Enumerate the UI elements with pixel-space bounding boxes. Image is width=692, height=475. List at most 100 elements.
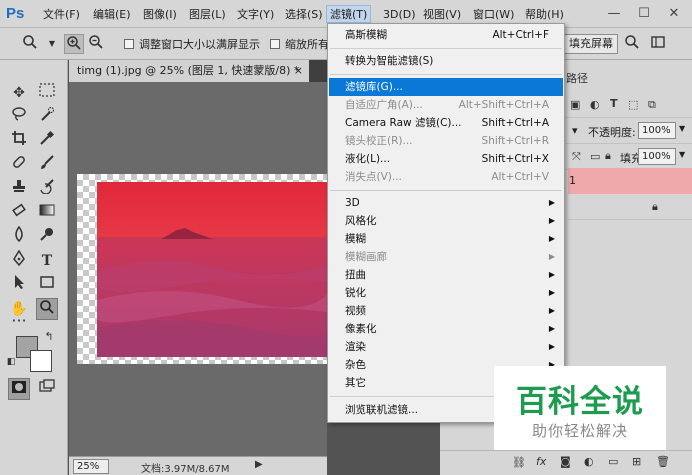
swap-colors-icon[interactable]: ↰ — [42, 330, 56, 344]
rectangle-tool-icon[interactable] — [36, 274, 58, 296]
menu-item-vanishing-point[interactable]: 消失点(V)... Alt+Ctrl+V — [329, 168, 563, 186]
default-colors-icon[interactable]: ◧ — [5, 356, 17, 368]
menu-file[interactable]: 文件(F) — [40, 6, 83, 24]
menu-item-pixelate[interactable]: 像素化 ▶ — [329, 320, 563, 338]
menu-item-adaptive-wide-angle[interactable]: 自适应广角(A)... Alt+Shift+Ctrl+A — [329, 96, 563, 114]
add-mask-icon[interactable]: ◙ — [560, 455, 571, 468]
layers-panel-footer: ⛓ fx ◙ ◐ ▭ ⊞ 🗑︎ — [440, 450, 692, 475]
brush-tool-icon[interactable] — [36, 154, 58, 176]
menu-item-camera-raw[interactable]: Camera Raw 滤镜(C)... Shift+Ctrl+A — [329, 114, 563, 132]
lasso-tool-icon[interactable] — [8, 106, 30, 128]
menu-item-3d[interactable]: 3D ▶ — [329, 194, 563, 212]
delete-layer-icon[interactable]: 🗑︎ — [656, 455, 670, 468]
pen-tool-icon[interactable] — [8, 249, 30, 272]
menu-edit[interactable]: 编辑(E) — [90, 6, 134, 24]
filter-shape-icon[interactable]: ⬚ — [628, 98, 638, 111]
eyedropper-tool-icon[interactable] — [36, 130, 58, 152]
layer-row-background[interactable]: 🔒︎ — [568, 194, 692, 220]
menu-item-video[interactable]: 视频 ▶ — [329, 302, 563, 320]
menu-item-stylize[interactable]: 风格化 ▶ — [329, 212, 563, 230]
gradient-tool-icon[interactable] — [36, 202, 58, 224]
search-icon[interactable] — [622, 34, 642, 54]
zoom-all-checkbox[interactable] — [270, 39, 280, 49]
new-layer-icon[interactable]: ⊞ — [632, 455, 641, 468]
menu-item-distort[interactable]: 扭曲 ▶ — [329, 266, 563, 284]
marquee-tool-icon[interactable] — [36, 82, 58, 104]
menu-item-render[interactable]: 渲染 ▶ — [329, 338, 563, 356]
zoom-tool-icon[interactable] — [36, 298, 58, 320]
menu-item-convert-smart-filters[interactable]: 转换为智能滤镜(S) — [329, 52, 563, 70]
clone-stamp-tool-icon[interactable] — [8, 178, 30, 200]
link-layers-icon[interactable]: ⛓ — [512, 456, 526, 469]
healing-brush-tool-icon[interactable] — [8, 154, 30, 176]
canvas-image[interactable] — [97, 182, 327, 357]
menu-item-sharpen[interactable]: 锐化 ▶ — [329, 284, 563, 302]
chevron-down-icon[interactable]: ▾ — [572, 124, 578, 137]
close-document-icon[interactable]: × — [294, 60, 303, 82]
dodge-tool-icon[interactable] — [36, 226, 58, 248]
workspace-icon[interactable] — [648, 34, 668, 54]
maximize-button[interactable]: ☐ — [630, 4, 658, 24]
eraser-tool-icon[interactable] — [8, 202, 30, 224]
menu-type[interactable]: 文字(Y) — [234, 6, 277, 24]
fill-screen-button[interactable]: 填充屏幕 — [564, 34, 618, 54]
menu-window[interactable]: 窗口(W) — [470, 6, 517, 24]
filter-pixel-icon[interactable]: ▣ — [570, 98, 580, 111]
filter-smart-object-icon[interactable]: ⧉ — [648, 98, 656, 112]
background-color-swatch[interactable] — [30, 350, 52, 372]
menu-view[interactable]: 视图(V) — [420, 6, 464, 24]
menu-item-blur-gallery[interactable]: 模糊画廊 ▶ — [329, 248, 563, 266]
menu-select[interactable]: 选择(S) — [282, 6, 326, 24]
menu-item-blur[interactable]: 模糊 ▶ — [329, 230, 563, 248]
screen-mode-icon[interactable] — [36, 378, 58, 400]
lock-position-icon[interactable]: ⤧ — [572, 150, 581, 164]
adjustment-layer-icon[interactable]: ◐ — [584, 455, 594, 468]
document-tab[interactable]: timg (1).jpg @ 25% (图层 1, 快速蒙版/8) * × — [69, 60, 309, 82]
menu-layer[interactable]: 图层(L) — [186, 6, 229, 24]
opacity-field[interactable]: 100% — [638, 122, 676, 139]
quick-mask-icon[interactable] — [8, 378, 30, 400]
menu-3d[interactable]: 3D(D) — [380, 6, 419, 24]
type-tool-icon[interactable]: T — [36, 250, 58, 272]
zoom-tool-preset-icon[interactable] — [20, 34, 40, 54]
fill-field[interactable]: 100% — [638, 148, 676, 165]
canvas-area[interactable] — [69, 82, 327, 456]
layer-name: 1 — [569, 174, 576, 187]
menu-help[interactable]: 帮助(H) — [522, 6, 567, 24]
fx-icon[interactable]: fx — [536, 455, 546, 468]
chevron-down-icon[interactable]: ▼ — [679, 124, 685, 133]
status-menu-arrow-icon[interactable]: ▶ — [255, 459, 263, 470]
zoom-level-field[interactable]: 25% — [73, 459, 109, 474]
path-select-tool-icon[interactable] — [8, 274, 30, 296]
more-tools-icon[interactable]: ··· — [8, 310, 30, 332]
menu-item-liquify[interactable]: 液化(L)... Shift+Ctrl+X — [329, 150, 563, 168]
menu-item-shortcut: Shift+Ctrl+X — [481, 153, 549, 165]
new-group-icon[interactable]: ▭ — [608, 455, 618, 468]
paths-tab[interactable]: 路径 — [566, 70, 588, 86]
menu-item-lens-correction[interactable]: 镜头校正(R)... Shift+Ctrl+R — [329, 132, 563, 150]
resize-window-checkbox[interactable] — [124, 39, 134, 49]
submenu-arrow-icon: ▶ — [548, 198, 555, 207]
filter-type-icon[interactable]: T — [610, 97, 618, 110]
minimize-button[interactable]: — — [600, 4, 628, 24]
chevron-down-icon[interactable]: ▼ — [42, 34, 62, 54]
menu-item-filter-gallery[interactable]: 滤镜库(G)... — [329, 78, 563, 96]
move-tool-icon[interactable]: ✥ — [8, 82, 30, 104]
menu-item-gaussian-blur[interactable]: 高斯模糊 Alt+Ctrl+F — [329, 26, 563, 44]
crop-tool-icon[interactable] — [8, 130, 30, 152]
filter-adjustment-icon[interactable]: ◐ — [590, 98, 600, 111]
zoom-in-icon[interactable] — [64, 34, 84, 54]
quick-select-tool-icon[interactable] — [36, 106, 58, 128]
lock-all-icon[interactable]: 🔒︎ — [605, 149, 611, 163]
history-brush-tool-icon[interactable] — [36, 178, 58, 200]
menu-filter[interactable]: 滤镜(T) — [326, 5, 372, 23]
lock-artboard-icon[interactable]: ▭ — [590, 150, 600, 163]
menu-image[interactable]: 图像(I) — [140, 6, 180, 24]
menu-separator — [330, 190, 562, 191]
chevron-down-icon[interactable]: ▼ — [679, 150, 685, 159]
blur-tool-icon[interactable] — [8, 225, 30, 248]
watermark-title: 百科全说 — [516, 384, 644, 420]
zoom-out-icon[interactable] — [86, 34, 106, 54]
layer-row-selected[interactable]: 1 — [568, 168, 692, 194]
close-button[interactable]: ✕ — [660, 4, 688, 24]
